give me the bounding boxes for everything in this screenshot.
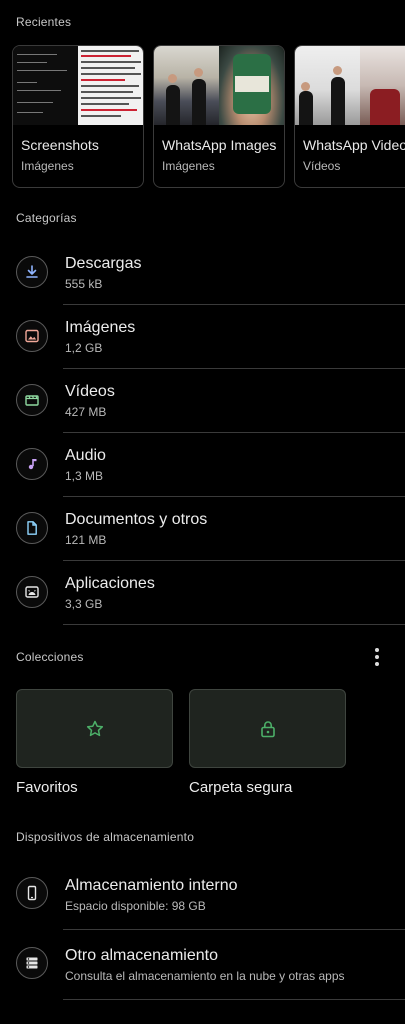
- music-note-icon: [16, 448, 48, 480]
- section-title-recientes: Recientes: [16, 15, 72, 29]
- card-subtitle: Imágenes: [21, 159, 74, 173]
- storage-title: Almacenamiento interno: [65, 877, 238, 894]
- more-options-button[interactable]: [366, 646, 388, 668]
- storage-title: Otro almacenamiento: [65, 947, 218, 964]
- divider: [63, 624, 405, 625]
- category-size: 1,3 MB: [65, 469, 104, 483]
- category-size: 1,2 GB: [65, 341, 103, 355]
- android-icon: [16, 576, 48, 608]
- category-size: 3,3 GB: [65, 597, 103, 611]
- card-subtitle: Imágenes: [162, 159, 215, 173]
- divider: [63, 929, 405, 930]
- card-title: WhatsApp Video: [303, 137, 405, 153]
- recent-card-screenshots[interactable]: Screenshots Imágenes: [12, 45, 144, 188]
- category-item-audio[interactable]: Audio 1,3 MB: [0, 432, 405, 496]
- storage-item-otro[interactable]: Otro almacenamiento Consulta el almacena…: [0, 931, 405, 995]
- card-title: WhatsApp Images: [162, 137, 277, 153]
- category-title: Aplicaciones: [65, 575, 155, 592]
- collection-favoritos-button[interactable]: [16, 689, 173, 768]
- star-icon: [86, 720, 103, 736]
- category-size: 427 MB: [65, 405, 107, 419]
- section-title-colecciones: Colecciones: [16, 650, 84, 664]
- collection-label: Favoritos: [16, 779, 78, 796]
- category-item-imagenes[interactable]: Imágenes 1,2 GB: [0, 304, 405, 368]
- category-title: Audio: [65, 447, 106, 464]
- card-thumbnails: [154, 46, 284, 125]
- category-item-documentos[interactable]: Documentos y otros 121 MB: [0, 496, 405, 560]
- collection-carpeta-segura-button[interactable]: [189, 689, 346, 768]
- category-title: Imágenes: [65, 319, 136, 336]
- section-title-almacenamiento: Dispositivos de almacenamiento: [16, 830, 195, 844]
- thumbnail: [78, 46, 143, 125]
- category-size: 555 kB: [65, 277, 103, 291]
- recent-card-whatsapp-images[interactable]: WhatsApp Images Imágenes: [153, 45, 285, 188]
- category-item-videos[interactable]: Vídeos 427 MB: [0, 368, 405, 432]
- thumbnail: [360, 46, 405, 125]
- download-icon: [16, 256, 48, 288]
- recents-carousel[interactable]: Screenshots Imágenes WhatsApp Images Imá…: [12, 45, 405, 188]
- storage-icon: [16, 947, 48, 979]
- document-icon: [16, 512, 48, 544]
- category-title: Vídeos: [65, 383, 115, 400]
- category-item-aplicaciones[interactable]: Aplicaciones 3,3 GB: [0, 560, 405, 624]
- card-thumbnails: [13, 46, 143, 125]
- thumbnail: [295, 46, 360, 125]
- recent-card-whatsapp-video[interactable]: WhatsApp Video Vídeos: [294, 45, 405, 188]
- video-icon: [16, 384, 48, 416]
- phone-icon: [16, 877, 48, 909]
- category-item-descargas[interactable]: Descargas 555 kB: [0, 240, 405, 304]
- card-subtitle: Vídeos: [303, 159, 341, 173]
- section-title-categorias: Categorías: [16, 211, 77, 225]
- category-size: 121 MB: [65, 533, 107, 547]
- storage-subtitle: Consulta el almacenamiento en la nube y …: [65, 969, 345, 983]
- collection-label: Carpeta segura: [189, 779, 293, 796]
- image-icon: [16, 320, 48, 352]
- category-title: Descargas: [65, 255, 142, 272]
- category-title: Documentos y otros: [65, 511, 208, 528]
- storage-subtitle: Espacio disponible: 98 GB: [65, 899, 206, 913]
- card-title: Screenshots: [21, 137, 99, 153]
- card-thumbnails: [295, 46, 405, 125]
- storage-item-interno[interactable]: Almacenamiento interno Espacio disponibl…: [0, 861, 405, 925]
- thumbnail: [154, 46, 219, 125]
- thumbnail: [219, 46, 284, 125]
- divider: [63, 999, 405, 1000]
- thumbnail: [13, 46, 78, 125]
- lock-icon: [260, 720, 275, 737]
